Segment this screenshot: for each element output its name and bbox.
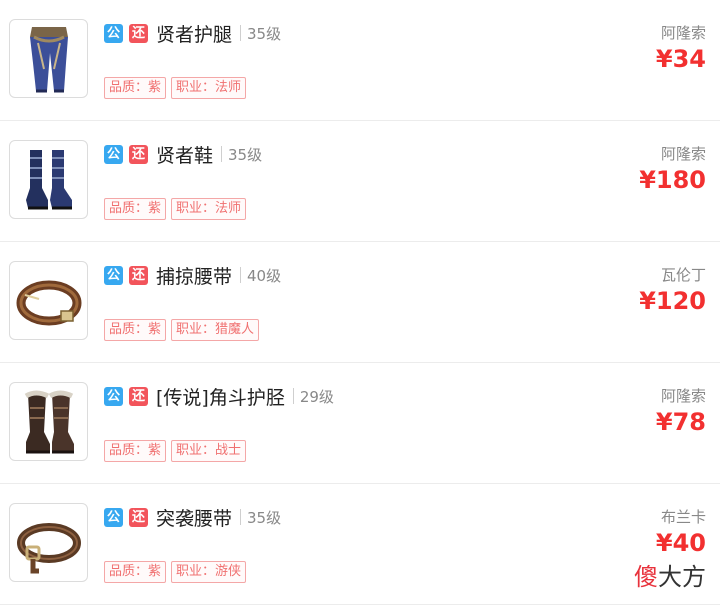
server-name: 阿隆索 <box>660 24 706 42</box>
quality-tag: 品质：紫 <box>104 77 167 99</box>
item-title-row: 公 还 [传说]角斗护胫 29级 <box>104 383 334 409</box>
divider <box>221 146 223 162</box>
item-price: ¥120 <box>639 287 706 315</box>
profession-tag: 职业：猎魔人 <box>171 319 260 341</box>
list-item[interactable]: 公 还 贤者护腿 35级 品质：紫 职业：法师 阿隆索 ¥34 <box>0 0 720 121</box>
profession-tag: 职业：战士 <box>171 440 247 462</box>
watermark: 傻大方 <box>634 557 706 592</box>
watermark-rest: 大方 <box>658 563 706 591</box>
public-badge: 公 <box>104 507 123 527</box>
boots-icon[interactable] <box>9 140 88 219</box>
item-title-row: 公 还 突袭腰带 35级 <box>104 504 281 530</box>
quality-tag: 品质：紫 <box>104 440 167 462</box>
item-level: 35级 <box>228 145 263 164</box>
profession-tag: 职业：游侠 <box>171 561 247 583</box>
item-tags: 品质：紫 职业：法师 <box>104 77 251 99</box>
list-item[interactable]: 公 还 贤者鞋 35级 品质：紫 职业：法师 阿隆索 ¥180 <box>0 121 720 242</box>
item-name[interactable]: 突袭腰带 <box>156 504 232 531</box>
profession-tag: 职业：法师 <box>171 77 247 99</box>
list-item[interactable]: 公 还 [传说]角斗护胫 29级 品质：紫 职业：战士 阿隆索 ¥78 <box>0 363 720 484</box>
item-level: 29级 <box>299 387 334 406</box>
item-title-row: 公 还 贤者护腿 35级 <box>104 20 281 46</box>
return-badge: 还 <box>129 144 148 164</box>
item-tags: 品质：紫 职业：战士 <box>104 440 251 462</box>
public-badge: 公 <box>104 23 123 43</box>
item-name[interactable]: 贤者鞋 <box>156 141 213 168</box>
item-tags: 品质：紫 职业：法师 <box>104 198 251 220</box>
item-name[interactable]: 捕掠腰带 <box>156 262 232 289</box>
item-title-row: 公 还 贤者鞋 35级 <box>104 141 262 167</box>
item-level: 35级 <box>247 508 282 527</box>
return-badge: 还 <box>129 265 148 285</box>
item-name[interactable]: 贤者护腿 <box>156 20 232 47</box>
leggings-icon[interactable] <box>9 19 88 98</box>
return-badge: 还 <box>129 23 148 43</box>
divider <box>292 388 294 404</box>
item-tags: 品质：紫 职业：猎魔人 <box>104 319 264 341</box>
public-badge: 公 <box>104 386 123 406</box>
list-item[interactable]: 公 还 突袭腰带 35级 品质：紫 职业：游侠 布兰卡 ¥40 <box>0 484 720 605</box>
item-price: ¥78 <box>655 408 706 436</box>
buckle-belt-icon[interactable] <box>9 503 88 582</box>
public-badge: 公 <box>104 144 123 164</box>
item-price: ¥180 <box>639 166 706 194</box>
item-price: ¥40 <box>655 529 706 557</box>
quality-tag: 品质：紫 <box>104 198 167 220</box>
belt-icon[interactable] <box>9 261 88 340</box>
listing-list: 公 还 贤者护腿 35级 品质：紫 职业：法师 阿隆索 ¥34 公 还 贤者鞋 … <box>0 0 720 605</box>
return-badge: 还 <box>129 507 148 527</box>
divider <box>240 267 242 283</box>
public-badge: 公 <box>104 265 123 285</box>
server-name: 阿隆索 <box>660 387 706 405</box>
quality-tag: 品质：紫 <box>104 319 167 341</box>
return-badge: 还 <box>129 386 148 406</box>
divider <box>240 509 242 525</box>
item-tags: 品质：紫 职业：游侠 <box>104 561 251 583</box>
profession-tag: 职业：法师 <box>171 198 247 220</box>
item-level: 35级 <box>247 24 282 43</box>
quality-tag: 品质：紫 <box>104 561 167 583</box>
item-title-row: 公 还 捕掠腰带 40级 <box>104 262 281 288</box>
list-item[interactable]: 公 还 捕掠腰带 40级 品质：紫 职业：猎魔人 瓦伦丁 ¥120 <box>0 242 720 363</box>
item-name[interactable]: [传说]角斗护胫 <box>156 383 285 410</box>
item-price: ¥34 <box>655 45 706 73</box>
watermark-first-char: 傻 <box>634 563 658 591</box>
fur-boots-icon[interactable] <box>9 382 88 461</box>
server-name: 布兰卡 <box>660 508 706 526</box>
server-name: 阿隆索 <box>660 145 706 163</box>
server-name: 瓦伦丁 <box>660 266 706 284</box>
item-level: 40级 <box>247 266 282 285</box>
divider <box>240 25 242 41</box>
